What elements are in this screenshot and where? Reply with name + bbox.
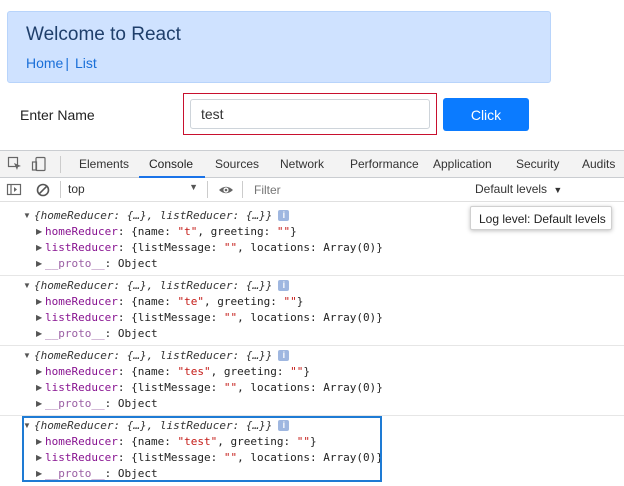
dropdown-arrow-icon: ▼ — [553, 185, 563, 195]
tab-audits[interactable]: Audits — [582, 157, 615, 171]
tab-security[interactable]: Security — [516, 157, 559, 171]
eye-icon[interactable] — [218, 182, 234, 198]
object-summary: {homeReducer: {…}, listReducer: {…}} i — [34, 279, 290, 292]
collapse-triangle-icon[interactable]: ▶ — [36, 259, 42, 268]
dropdown-arrow-icon: ▼ — [189, 182, 198, 192]
tab-performance[interactable]: Performance — [350, 157, 419, 171]
console-toolbar: top ▼ Default levels ▼ — [0, 178, 624, 202]
log-levels-dropdown[interactable]: Default levels ▼ — [475, 182, 562, 196]
tab-application[interactable]: Application — [433, 157, 492, 171]
context-selector[interactable]: top ▼ — [68, 182, 202, 196]
inspect-element-icon[interactable] — [7, 156, 23, 172]
top-nav: Home | List — [26, 55, 97, 71]
tab-console[interactable]: Console — [149, 157, 193, 171]
proto-line: __proto__: Object — [45, 327, 158, 340]
object-summary: {homeReducer: {…}, listReducer: {…}} i — [34, 209, 290, 222]
toolbar-divider — [60, 181, 61, 198]
list-reducer-line: listReducer: {listMessage: "", locations… — [45, 381, 383, 394]
console-entry[interactable]: ▼ {homeReducer: {…}, listReducer: {…}} i … — [0, 346, 624, 416]
jumbotron: Welcome to React Home | List — [7, 11, 551, 83]
sidebar-toggle-icon[interactable] — [6, 182, 22, 198]
name-input-highlight — [183, 93, 437, 135]
context-value: top — [68, 182, 85, 196]
info-icon: i — [278, 280, 290, 291]
home-reducer-line: homeReducer: {name: "t", greeting: ""} — [45, 225, 297, 238]
nav-separator: | — [65, 55, 69, 71]
console-entry[interactable]: ▼ {homeReducer: {…}, listReducer: {…}} i … — [0, 206, 624, 276]
highlighted-entry-outline — [22, 416, 382, 482]
clear-console-icon[interactable] — [35, 182, 51, 198]
nav-link-list[interactable]: List — [75, 55, 97, 71]
collapse-triangle-icon[interactable]: ▶ — [36, 313, 42, 322]
nav-link-home[interactable]: Home — [26, 55, 63, 71]
click-button[interactable]: Click — [443, 98, 529, 131]
name-input[interactable] — [190, 99, 430, 129]
expand-triangle-icon[interactable]: ▼ — [23, 351, 31, 360]
collapse-triangle-icon[interactable]: ▶ — [36, 227, 42, 236]
info-icon: i — [278, 350, 290, 361]
filter-input[interactable] — [250, 181, 468, 199]
expand-triangle-icon[interactable]: ▼ — [23, 211, 31, 220]
toolbar-divider — [242, 181, 243, 198]
log-levels-label: Default levels — [475, 182, 548, 196]
proto-line: __proto__: Object — [45, 257, 158, 270]
home-reducer-line: homeReducer: {name: "tes", greeting: ""} — [45, 365, 310, 378]
proto-line: __proto__: Object — [45, 397, 158, 410]
tab-network[interactable]: Network — [280, 157, 324, 171]
console-entry[interactable]: ▼ {homeReducer: {…}, listReducer: {…}} i … — [0, 276, 624, 346]
filter-field — [250, 181, 468, 199]
collapse-triangle-icon[interactable]: ▶ — [36, 297, 42, 306]
collapse-triangle-icon[interactable]: ▶ — [36, 399, 42, 408]
name-label: Enter Name — [20, 107, 95, 123]
home-reducer-line: homeReducer: {name: "te", greeting: ""} — [45, 295, 304, 308]
collapse-triangle-icon[interactable]: ▶ — [36, 243, 42, 252]
collapse-triangle-icon[interactable]: ▶ — [36, 329, 42, 338]
device-toolbar-icon[interactable] — [31, 156, 47, 172]
list-reducer-line: listReducer: {listMessage: "", locations… — [45, 311, 383, 324]
tabbar-divider — [60, 156, 61, 173]
devtools-tabbar: Elements Console Sources Network Perform… — [0, 150, 624, 178]
tab-sources[interactable]: Sources — [215, 157, 259, 171]
object-summary: {homeReducer: {…}, listReducer: {…}} i — [34, 349, 290, 362]
toolbar-divider — [207, 181, 208, 198]
collapse-triangle-icon[interactable]: ▶ — [36, 367, 42, 376]
devtools-panel: Elements Console Sources Network Perform… — [0, 150, 624, 483]
page-title: Welcome to React — [26, 24, 181, 45]
list-reducer-line: listReducer: {listMessage: "", locations… — [45, 241, 383, 254]
collapse-triangle-icon[interactable]: ▶ — [36, 383, 42, 392]
tab-elements[interactable]: Elements — [79, 157, 129, 171]
expand-triangle-icon[interactable]: ▼ — [23, 281, 31, 290]
info-icon: i — [278, 210, 290, 221]
